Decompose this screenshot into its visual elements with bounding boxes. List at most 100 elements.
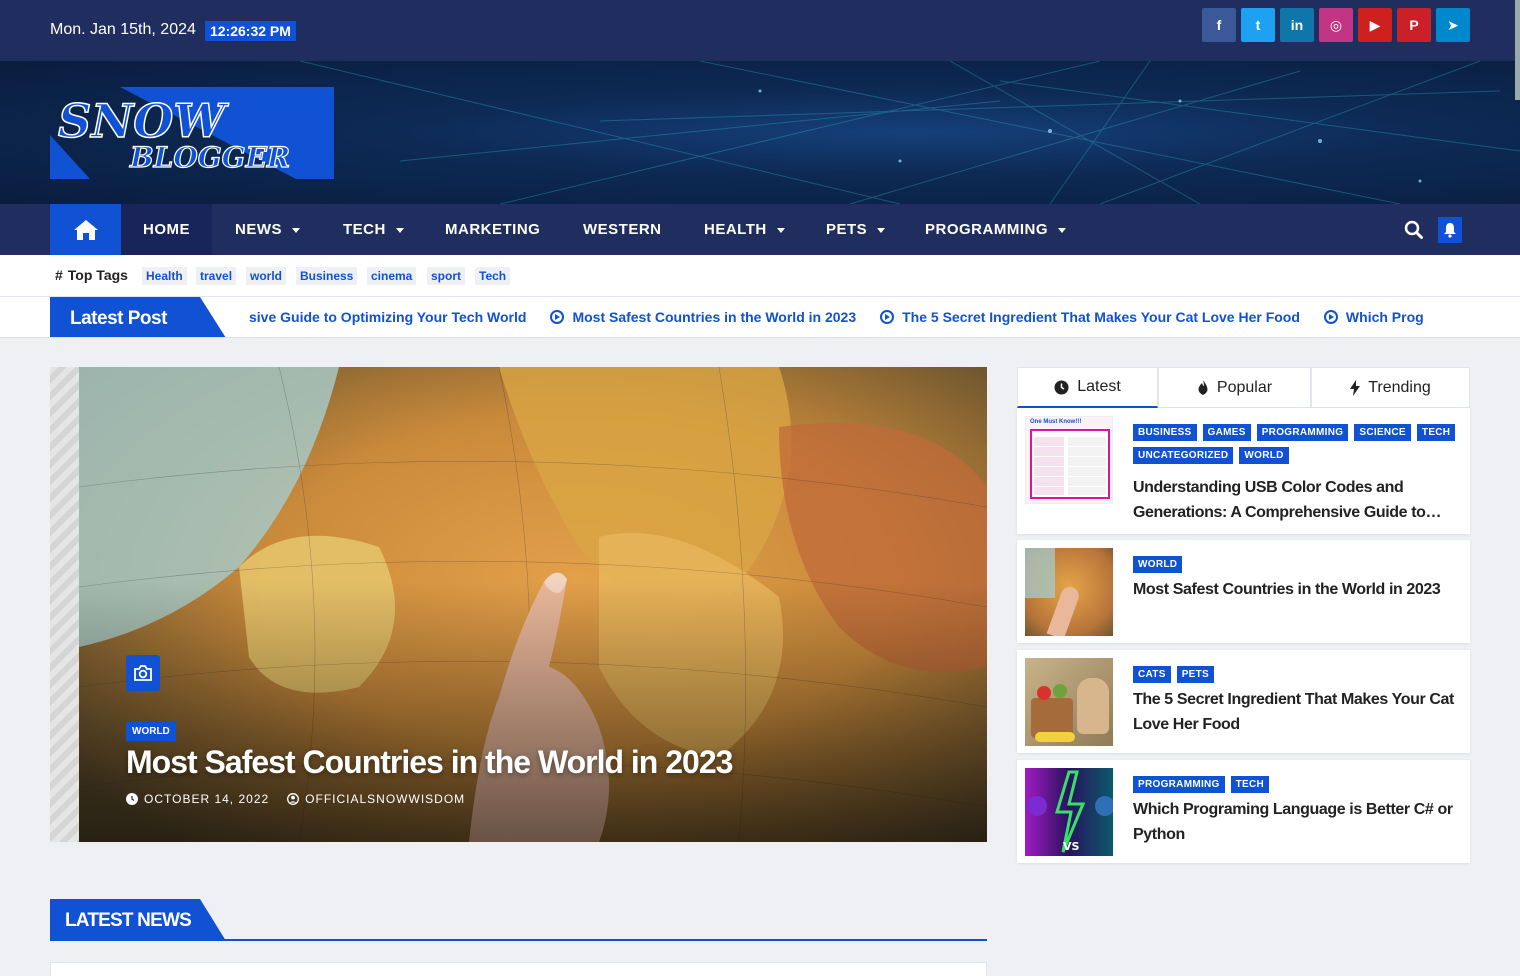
tab-popular[interactable]: Popular: [1158, 367, 1311, 408]
sidebar-tabs: Latest Popular Trending: [1017, 367, 1470, 408]
notification-button[interactable]: [1438, 217, 1462, 243]
nav-item-home[interactable]: HOME: [121, 204, 212, 255]
nav-item-label: WESTERN: [583, 221, 662, 238]
page-scrollbar[interactable]: [1515, 0, 1520, 100]
instagram-icon[interactable]: ◎: [1319, 8, 1353, 42]
latest-post-label: Latest Post: [50, 297, 226, 337]
category-badge[interactable]: CATS: [1133, 666, 1171, 683]
post-thumbnail-cat-food[interactable]: [1025, 658, 1113, 746]
arrow-circle-icon: [880, 310, 895, 324]
telegram-icon[interactable]: ➤: [1436, 8, 1470, 42]
top-tags-title: # Top Tags: [55, 267, 128, 283]
top-bar: Mon. Jan 15th, 2024 12:26:32 PM f t in ◎ ▶ P ➤: [0, 0, 1520, 61]
youtube-icon[interactable]: ▶: [1358, 8, 1392, 42]
site-logo[interactable]: SNOW BLOGGER: [50, 85, 334, 179]
ticker-items: sive Guide to Optimizing Your Tech World…: [249, 309, 1424, 325]
facebook-icon[interactable]: f: [1202, 8, 1236, 42]
caret-down-icon: [877, 227, 886, 233]
linkedin-icon[interactable]: in: [1280, 8, 1314, 42]
bolt-icon: [1350, 379, 1361, 396]
twitter-icon[interactable]: t: [1241, 8, 1275, 42]
svg-text:SNOW: SNOW: [58, 94, 229, 148]
hero-category-badge[interactable]: WORLD: [126, 722, 176, 741]
nav-item-marketing[interactable]: MARKETING: [445, 204, 540, 255]
post-thumbnail-csharp-vs-python[interactable]: VS: [1025, 768, 1113, 856]
search-icon[interactable]: [1404, 220, 1423, 239]
nav-item-label: PETS: [826, 221, 868, 238]
ticker-link[interactable]: sive Guide to Optimizing Your Tech World: [249, 309, 526, 325]
sidebar-post-card[interactable]: VS PROGRAMMING TECH Which Programing Lang…: [1017, 760, 1470, 863]
tag-link[interactable]: Tech: [475, 267, 511, 285]
clock-icon: [1054, 380, 1069, 394]
svg-text:Latest Post: Latest Post: [70, 308, 168, 329]
caret-down-icon: [1058, 227, 1066, 233]
caret-down-icon: [776, 227, 785, 233]
post-title[interactable]: Most Safest Countries in the World in 20…: [1133, 577, 1458, 602]
camera-icon: [134, 665, 152, 681]
nav-item-pets[interactable]: PETS: [826, 204, 886, 255]
category-badge[interactable]: WORLD: [1239, 447, 1289, 464]
main-nav: HOME NEWS TECH MARKETING WESTERN HEALTH PETS PR…: [0, 204, 1520, 255]
fire-icon: [1198, 380, 1208, 395]
tab-trending[interactable]: Trending: [1311, 367, 1470, 408]
category-badge[interactable]: SCIENCE: [1354, 424, 1411, 441]
hash-icon: #: [55, 267, 63, 283]
post-title[interactable]: The 5 Secret Ingredient That Makes Your …: [1133, 687, 1458, 737]
nav-item-tech[interactable]: TECH: [343, 204, 404, 255]
sidebar-post-card[interactable]: One Must Know!!! BUSINESS GAMES PROGRAMMIN…: [1017, 408, 1470, 534]
svg-text:LATEST NEWS: LATEST NEWS: [65, 910, 191, 931]
tag-link[interactable]: Business: [296, 267, 358, 285]
slider-edge: [50, 367, 79, 842]
nav-item-label: HEALTH: [704, 221, 767, 238]
home-icon-button[interactable]: [50, 204, 121, 255]
tag-link[interactable]: world: [246, 267, 286, 285]
tag-link[interactable]: sport: [427, 267, 465, 285]
current-time: 12:26:32 PM: [205, 21, 296, 41]
category-badge[interactable]: PROGRAMMING: [1133, 776, 1225, 793]
category-badge[interactable]: UNCATEGORIZED: [1133, 447, 1234, 464]
post-title[interactable]: Understanding USB Color Codes and Genera…: [1133, 475, 1458, 525]
caret-down-icon: [292, 227, 300, 233]
tag-link[interactable]: cinema: [367, 267, 417, 285]
sidebar-post-card[interactable]: CATS PETS The 5 Secret Ingredient That Ma…: [1017, 650, 1470, 753]
nav-item-label: PROGRAMMING: [925, 221, 1048, 238]
category-badge[interactable]: PETS: [1176, 666, 1215, 683]
post-thumbnail-usb-colors[interactable]: One Must Know!!!: [1025, 416, 1113, 504]
user-icon: [287, 793, 300, 805]
category-badge[interactable]: BUSINESS: [1133, 424, 1197, 441]
nav-item-health[interactable]: HEALTH: [704, 204, 785, 255]
caret-down-icon: [395, 227, 404, 233]
tag-link[interactable]: Health: [142, 267, 187, 285]
ticker-link[interactable]: Most Safest Countries in the World in 20…: [572, 309, 856, 325]
ticker-link[interactable]: The 5 Secret Ingredient That Makes Your …: [902, 309, 1300, 325]
hero-date[interactable]: OCTOBER 14, 2022: [144, 792, 269, 806]
nav-item-programming[interactable]: PROGRAMMING: [925, 204, 1066, 255]
nav-item-western[interactable]: WESTERN: [583, 204, 662, 255]
nav-item-news[interactable]: NEWS: [235, 204, 300, 255]
pinterest-icon[interactable]: P: [1397, 8, 1431, 42]
hero-title[interactable]: Most Safest Countries in the World in 20…: [126, 744, 733, 781]
category-badge[interactable]: PROGRAMMING: [1256, 424, 1349, 441]
arrow-circle-icon: [1323, 310, 1338, 324]
nav-item-label: TECH: [343, 221, 386, 238]
clock-icon: [126, 793, 138, 805]
sidebar-post-card[interactable]: WORLD Most Safest Countries in the World…: [1017, 540, 1470, 643]
tag-link[interactable]: travel: [196, 267, 237, 285]
tab-latest[interactable]: Latest: [1017, 367, 1158, 408]
ticker-link[interactable]: Which Prog: [1346, 309, 1424, 325]
post-thumbnail-globe[interactable]: [1025, 548, 1113, 636]
svg-text:BLOGGER: BLOGGER: [129, 141, 290, 174]
latest-news-heading: LATEST NEWS: [50, 899, 226, 941]
social-links: f t in ◎ ▶ P ➤: [1202, 8, 1470, 42]
arrow-circle-icon: [550, 310, 565, 324]
home-icon: [73, 219, 98, 240]
category-badge[interactable]: TECH: [1230, 776, 1270, 793]
hero-meta: OCTOBER 14, 2022 OFFICIALSNOWWISDOM: [126, 792, 465, 806]
category-badge[interactable]: TECH: [1416, 424, 1456, 441]
category-badge[interactable]: WORLD: [1133, 556, 1183, 573]
hero-author[interactable]: OFFICIALSNOWWISDOM: [305, 792, 465, 806]
post-title[interactable]: Which Programing Language is Better C# o…: [1133, 797, 1458, 847]
category-badge[interactable]: GAMES: [1202, 424, 1251, 441]
latest-news-underline: [50, 939, 987, 941]
nav-item-label: NEWS: [235, 221, 282, 238]
